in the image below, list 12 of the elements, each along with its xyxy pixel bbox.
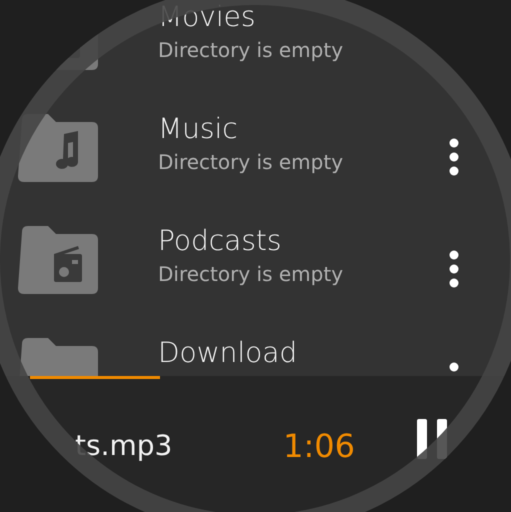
folder-icon [18,226,98,294]
folder-status: Directory is empty [158,150,344,174]
folder-status: Directory is empty [158,38,344,62]
elapsed-time: 1:06 [283,426,355,464]
track-filename: ts.mp3 [75,429,172,462]
more-options-icon[interactable] [449,250,459,288]
folder-name: Movies [158,2,256,32]
more-options-icon[interactable] [449,138,459,176]
folder-name: Podcasts [158,226,282,256]
folder-name: Download [158,338,298,368]
folder-status: Directory is empty [158,262,344,286]
folder-name: Music [158,114,239,144]
